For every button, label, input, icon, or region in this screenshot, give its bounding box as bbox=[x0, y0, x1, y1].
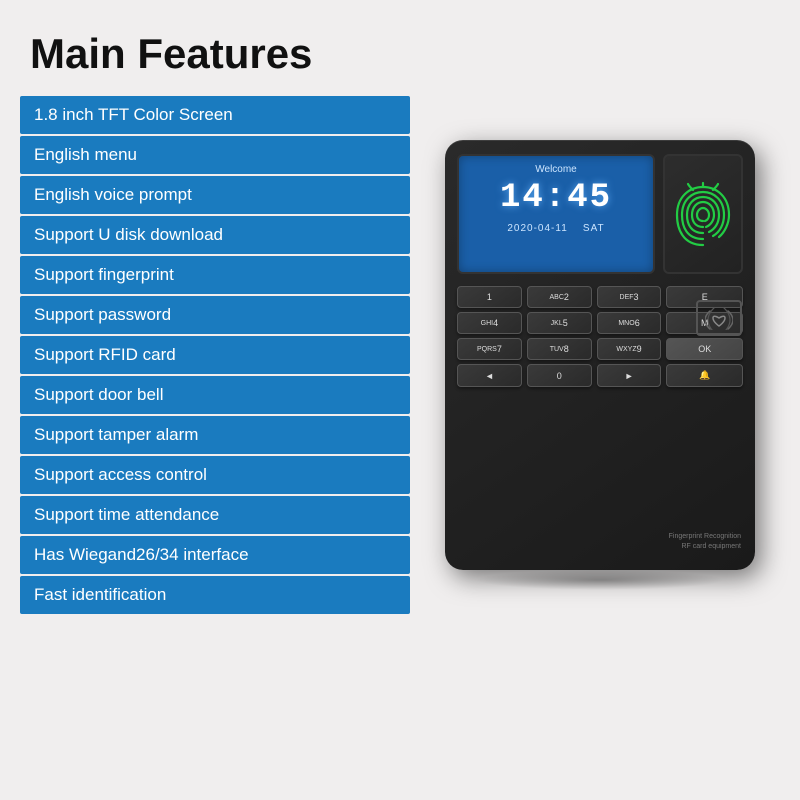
key-3[interactable]: DEF3 bbox=[597, 286, 662, 308]
feature-item-2: English menu bbox=[20, 136, 410, 174]
features-list: 1.8 inch TFT Color ScreenEnglish menuEng… bbox=[20, 96, 410, 614]
feature-item-7: Support RFID card bbox=[20, 336, 410, 374]
key-4[interactable]: GHI4 bbox=[457, 312, 522, 334]
feature-item-4: Support U disk download bbox=[20, 216, 410, 254]
key-9[interactable]: WXYZ9 bbox=[597, 338, 662, 360]
rfid-icon bbox=[705, 306, 733, 330]
key-ok[interactable]: OK bbox=[666, 338, 743, 360]
content-area: 1.8 inch TFT Color ScreenEnglish menuEng… bbox=[20, 96, 780, 614]
key-1[interactable]: 1 bbox=[457, 286, 522, 308]
feature-item-12: Has Wiegand26/34 interface bbox=[20, 536, 410, 574]
screen-welcome: Welcome bbox=[535, 164, 577, 175]
feature-item-3: English voice prompt bbox=[20, 176, 410, 214]
keypad-row-4: ◄ 0 ► 🔔 bbox=[457, 364, 743, 387]
feature-item-13: Fast identification bbox=[20, 576, 410, 614]
feature-item-10: Support access control bbox=[20, 456, 410, 494]
fingerprint-icon bbox=[673, 177, 733, 252]
device-label: Fingerprint Recognition RF card equipmen… bbox=[669, 532, 741, 552]
feature-item-9: Support tamper alarm bbox=[20, 416, 410, 454]
device-screen: Welcome 14:45 2020-04-11 SAT bbox=[457, 154, 655, 274]
feature-item-11: Support time attendance bbox=[20, 496, 410, 534]
device-shadow bbox=[475, 570, 725, 590]
main-title: Main Features bbox=[30, 30, 312, 78]
key-2[interactable]: ABC2 bbox=[527, 286, 592, 308]
device-top: Welcome 14:45 2020-04-11 SAT bbox=[457, 154, 743, 274]
feature-item-6: Support password bbox=[20, 296, 410, 334]
key-5[interactable]: JKL5 bbox=[527, 312, 592, 334]
key-bell[interactable]: 🔔 bbox=[666, 364, 743, 387]
key-left[interactable]: ◄ bbox=[457, 364, 522, 387]
key-right[interactable]: ► bbox=[597, 364, 662, 387]
key-6[interactable]: MNO6 bbox=[597, 312, 662, 334]
fingerprint-device: Welcome 14:45 2020-04-11 SAT bbox=[445, 140, 755, 570]
screen-date: 2020-04-11 SAT bbox=[507, 223, 604, 234]
feature-item-1: 1.8 inch TFT Color Screen bbox=[20, 96, 410, 134]
rfid-reader bbox=[696, 300, 742, 336]
keypad-row-3: PQRS7 TUV8 WXYZ9 OK bbox=[457, 338, 743, 360]
feature-item-8: Support door bell bbox=[20, 376, 410, 414]
device-image-area: Welcome 14:45 2020-04-11 SAT bbox=[410, 96, 780, 614]
fingerprint-sensor bbox=[663, 154, 743, 274]
screen-time: 14:45 bbox=[500, 179, 612, 217]
feature-item-5: Support fingerprint bbox=[20, 256, 410, 294]
key-8[interactable]: TUV8 bbox=[527, 338, 592, 360]
key-7[interactable]: PQRS7 bbox=[457, 338, 522, 360]
page-container: Main Features 1.8 inch TFT Color ScreenE… bbox=[0, 0, 800, 800]
key-0[interactable]: 0 bbox=[527, 364, 592, 387]
